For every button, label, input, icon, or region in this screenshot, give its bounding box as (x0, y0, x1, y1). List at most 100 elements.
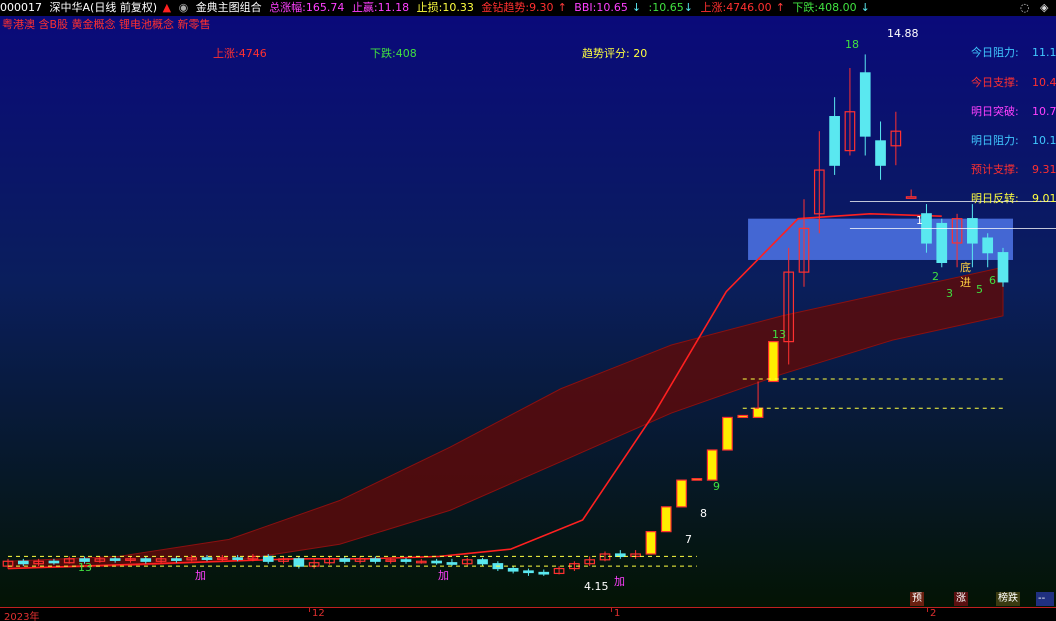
xaxis-year: 2023年 (4, 612, 40, 621)
down-arrow-icon: ↓ (860, 1, 870, 14)
bang-button[interactable]: 榜跌 (996, 592, 1020, 606)
indicator-header: 000017 深中华A(日线 前复权) ▲ ◉ 金典主图组合 总涨幅:165.7… (0, 0, 1056, 16)
level-1-value: 10.4 (1032, 76, 1056, 89)
candle-body (676, 479, 687, 508)
low-price-label: 4.15 (584, 580, 609, 593)
level-0-label: 今日阻力: (971, 45, 1019, 59)
count-label: 6 (989, 274, 996, 287)
candle-body (737, 414, 749, 419)
candle-body (752, 407, 764, 419)
candle-body (446, 562, 458, 565)
jia-signal-3: 加 (614, 575, 625, 588)
xaxis-tick (611, 607, 612, 612)
axis-line (0, 607, 1056, 608)
level-4-label: 预计支撑: (971, 162, 1019, 176)
up-arrow-icon: ↑ (775, 1, 785, 14)
level-5-value: 9.01 (1032, 192, 1056, 205)
candle-body (339, 558, 351, 562)
level-0-value: 11.1 (1032, 46, 1056, 59)
count-label: 8 (700, 507, 707, 520)
trend-value: 9.30 (529, 1, 554, 14)
count-label: 1 (916, 214, 923, 227)
candle-body (431, 560, 442, 564)
indicator-name[interactable]: 金典主图组合 (196, 0, 262, 16)
yu-button[interactable]: 预 (910, 592, 924, 606)
bbi-label: BBI: (574, 1, 597, 14)
xaxis-tick (927, 607, 928, 612)
total-value: 165.74 (305, 1, 345, 14)
count-label: 3 (946, 287, 953, 300)
candle-body (859, 72, 871, 137)
candle-body (201, 557, 213, 560)
total-label: 总涨幅: (269, 1, 306, 14)
down-label: 下跌: (792, 1, 819, 14)
down-value: 408.00 (818, 1, 857, 14)
candle-body (936, 222, 948, 264)
candle-body (17, 560, 29, 565)
settings-icon[interactable]: ◈ (1040, 0, 1048, 16)
candle-body (232, 557, 243, 560)
candle-body (400, 559, 412, 562)
stat-up: 上涨:4746 (213, 47, 267, 60)
jia-signal-2: 加 (438, 569, 449, 582)
bbi-arrow-icon: ↓ (631, 1, 642, 14)
count-label: 13 (78, 561, 92, 574)
stat-down: 下跌:408 (370, 46, 417, 60)
high-price-label: 14.88 (887, 27, 919, 40)
count-label: 5 (976, 283, 983, 296)
count-label: 18 (845, 38, 859, 51)
di-signal: 底 (960, 260, 971, 274)
level-4-value: 9.31 (1032, 163, 1056, 176)
stop-loss-label: 止损: (416, 1, 443, 14)
candle-body (829, 116, 840, 166)
extra-arrow-icon: ↓ (683, 1, 693, 14)
level-2-value: 10.7 (1032, 105, 1056, 118)
level-2-label: 明日突破: (971, 104, 1019, 118)
jin-signal: 进 (960, 276, 971, 289)
candle-body (722, 416, 733, 451)
candle-body (875, 140, 886, 166)
price-chart[interactable]: 13 18 23 56 78 9 13 1 粤港澳 含B股 黄金概念 锂电池概念 新零售 上涨… (0, 16, 1056, 607)
up-label: 上涨: (700, 1, 727, 14)
count-label: 13 (772, 328, 786, 341)
chevron-down-icon[interactable]: ◉ (179, 0, 189, 16)
candle-body (262, 555, 274, 562)
count-label: 2 (932, 270, 939, 283)
level-1-label: 今日支撑: (971, 75, 1019, 89)
stock-name[interactable]: 深中华A(日线 前复权) (50, 0, 158, 16)
level-5-label: 明日反转: (971, 191, 1019, 205)
candle-body (109, 558, 121, 561)
bbi-value: 10.65 (596, 1, 628, 14)
info-icon[interactable]: ◌ (1020, 0, 1030, 16)
trend-score: 趋势评分: 20 (582, 47, 647, 60)
candle-body (967, 218, 978, 244)
concept-tags[interactable]: 粤港澳 含B股 黄金概念 锂电池概念 新零售 (2, 17, 211, 31)
candle-body (706, 449, 718, 481)
candle-body (645, 531, 657, 555)
candle-body (140, 558, 152, 562)
zhang-button[interactable]: 涨 (954, 592, 968, 606)
level-3-value: 10.1 (1032, 134, 1056, 147)
xaxis-jan: 1 (614, 608, 621, 619)
trend-arrow-icon: ↑ (557, 1, 567, 14)
stop-profit-value: 11.18 (377, 1, 410, 14)
xaxis-tick (309, 607, 310, 612)
scroll-button[interactable]: -- (1036, 592, 1054, 606)
arrow-up-icon[interactable]: ▲ (163, 0, 171, 16)
count-label: 9 (713, 480, 720, 493)
candle-body (538, 571, 550, 575)
jia-signal-1: 加 (195, 569, 206, 582)
trend-label: 金钻趋势: (481, 1, 530, 14)
chart-window: 000017 深中华A(日线 前复权) ▲ ◉ 金典主图组合 总涨幅:165.7… (0, 0, 1056, 621)
count-label: 7 (685, 533, 692, 546)
candle-body (293, 558, 305, 567)
stock-code[interactable]: 000017 (0, 0, 42, 16)
candle-body (768, 341, 779, 383)
extra-value: :10.65 (648, 1, 684, 14)
level-3-label: 明日阻力: (971, 134, 1019, 147)
up-value: 4746.00 (726, 1, 772, 14)
candle-body (660, 506, 672, 533)
candle-body (523, 570, 534, 574)
stop-profit-label: 止赢: (351, 1, 378, 14)
candle-body (48, 560, 60, 564)
